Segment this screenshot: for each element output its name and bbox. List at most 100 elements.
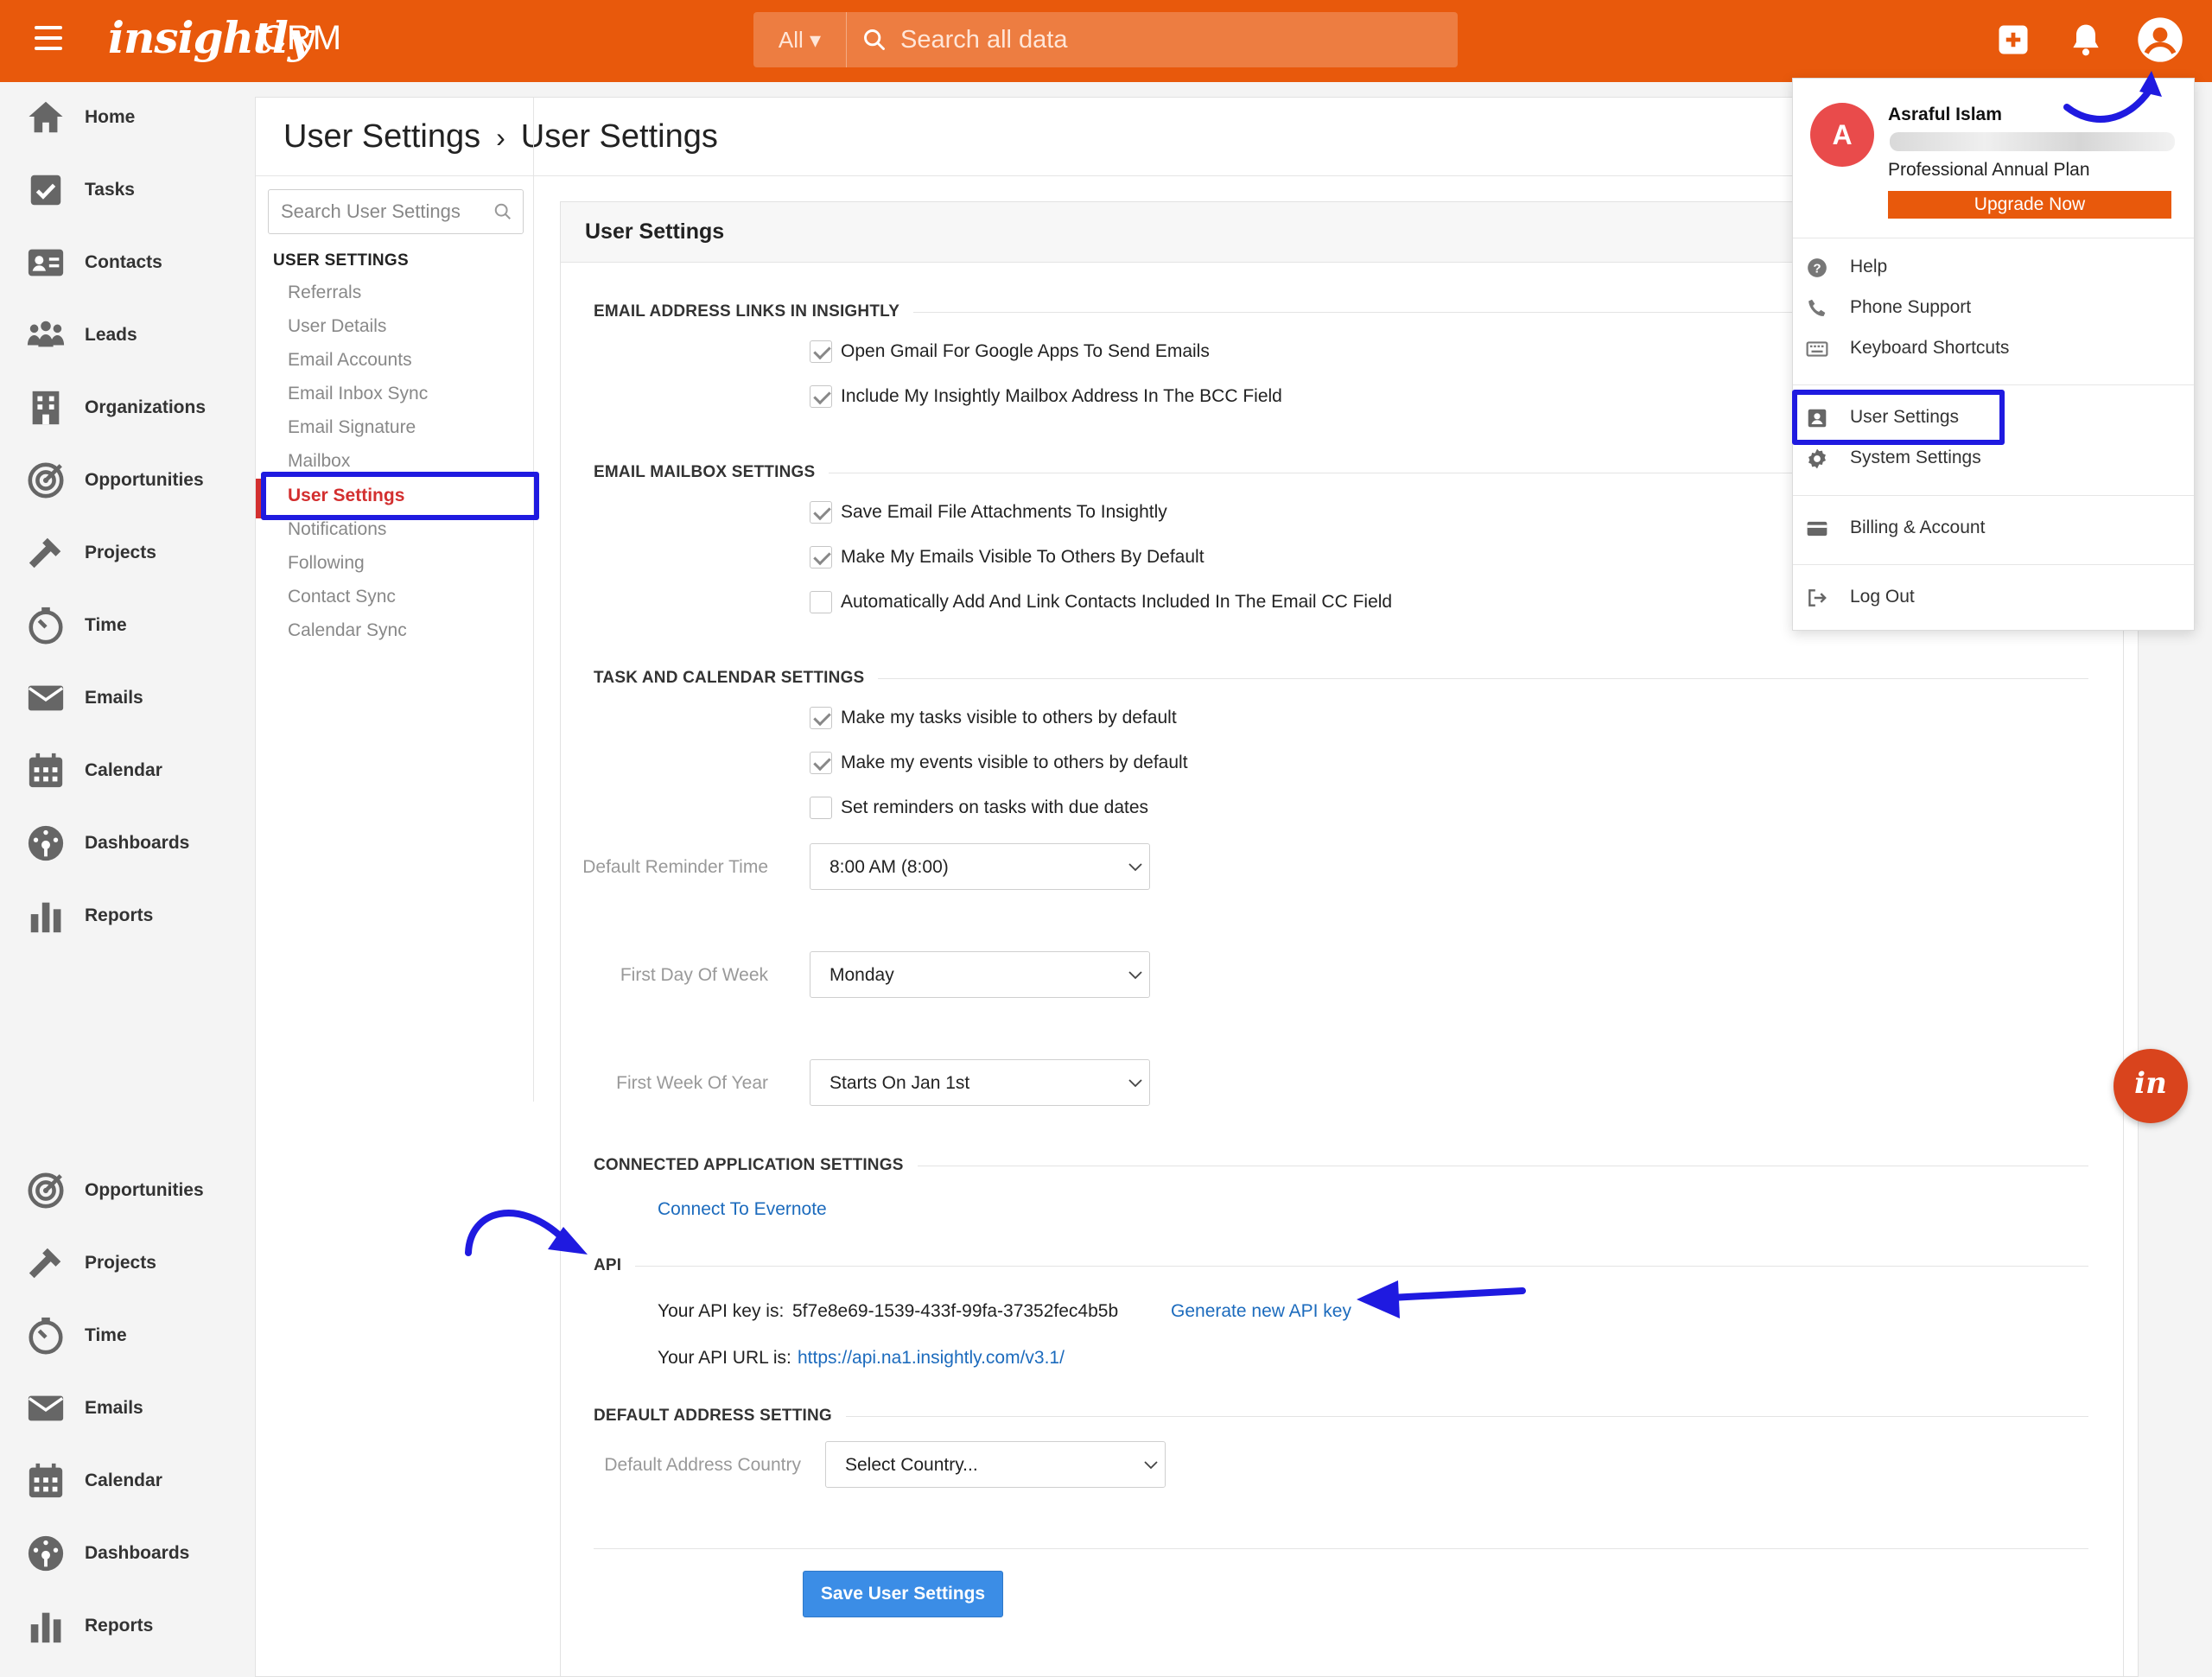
checkbox-label: Open Gmail For Google Apps To Send Email…	[841, 341, 1210, 361]
menu-divider	[1793, 384, 2194, 385]
menu-item-help[interactable]: ? Help	[1793, 248, 2194, 286]
save-user-settings-button[interactable]: Save User Settings	[803, 1571, 1003, 1617]
sidebar-item-opportunities[interactable]: Opportunities	[0, 1160, 252, 1221]
api-url-link[interactable]: https://api.na1.insightly.com/v3.1/	[798, 1348, 1065, 1369]
upgrade-now-button[interactable]: Upgrade Now	[1888, 191, 2171, 219]
sidebar-item-emails[interactable]: Emails	[0, 1378, 252, 1439]
sidebar-item-label: Time	[85, 615, 127, 635]
settings-search-input[interactable]	[269, 190, 485, 233]
sidebar-item-calendar[interactable]: Calendar	[0, 740, 252, 801]
sidebar-item-time[interactable]: Time	[0, 595, 252, 656]
checkbox[interactable]	[810, 591, 832, 613]
settings-sub-nav: USER SETTINGS Referrals User Details Ema…	[256, 98, 534, 1102]
sidebar-item-label: Tasks	[85, 180, 135, 200]
checkbox-open-gmail[interactable]: Open Gmail For Google Apps To Send Email…	[810, 340, 1210, 363]
chat-launcher-button[interactable]: in	[2113, 1049, 2188, 1123]
section-title: EMAIL MAILBOX SETTINGS	[594, 463, 816, 481]
logout-icon	[1808, 589, 1827, 607]
checkbox-save-attachments[interactable]: Save Email File Attachments To Insightly	[810, 501, 1167, 524]
checkbox-emails-visible[interactable]: Make My Emails Visible To Others By Defa…	[810, 546, 1205, 569]
add-new-icon[interactable]	[1994, 21, 2032, 59]
search-input[interactable]	[900, 12, 1436, 67]
chevron-down-icon	[1144, 1461, 1158, 1470]
menu-item-logout[interactable]: Log Out	[1793, 578, 2194, 616]
section-api: API	[594, 1256, 2088, 1275]
subnav-notifications[interactable]: Notifications	[288, 519, 386, 540]
checkbox[interactable]	[810, 546, 832, 569]
sidebar-item-calendar[interactable]: Calendar	[0, 1451, 252, 1511]
section-title: API	[594, 1256, 622, 1274]
hamburger-menu-icon[interactable]	[35, 26, 62, 52]
sidebar-item-label: Emails	[85, 1398, 143, 1418]
checkbox[interactable]	[810, 707, 832, 729]
annotation-arrow-generate-key	[1357, 1280, 1526, 1318]
address-country-select[interactable]: Select Country...	[825, 1441, 1166, 1488]
select-value: Monday	[830, 965, 894, 985]
sidebar-item-emails[interactable]: Emails	[0, 668, 252, 728]
subnav-mailbox[interactable]: Mailbox	[288, 451, 350, 472]
sidebar-item-label: Time	[85, 1325, 127, 1345]
annotation-arrow-api	[465, 1210, 588, 1256]
tasks-icon	[30, 175, 61, 206]
checkbox-events-visible[interactable]: Make my events visible to others by defa…	[810, 752, 1188, 774]
checkbox[interactable]	[810, 501, 832, 524]
checkbox-tasks-visible[interactable]: Make my tasks visible to others by defau…	[810, 707, 1177, 729]
checkbox[interactable]	[810, 797, 832, 819]
checkbox[interactable]	[810, 340, 832, 363]
sidebar-item-reports[interactable]: Reports	[0, 1596, 252, 1656]
menu-item-keyboard-shortcuts[interactable]: Keyboard Shortcuts	[1793, 329, 2194, 367]
subnav-following[interactable]: Following	[288, 553, 365, 574]
sidebar-item-leads[interactable]: Leads	[0, 305, 252, 365]
sidebar-item-projects[interactable]: Projects	[0, 523, 252, 583]
menu-item-billing[interactable]: Billing & Account	[1793, 509, 2194, 547]
menu-item-label: Log Out	[1850, 587, 1915, 607]
global-search: All ▾	[753, 12, 1458, 67]
section-task-calendar: TASK AND CALENDAR SETTINGS	[594, 669, 2088, 688]
sidebar-item-contacts[interactable]: Contacts	[0, 232, 252, 293]
sidebar-item-time[interactable]: Time	[0, 1305, 252, 1366]
menu-item-phone-support[interactable]: Phone Support	[1793, 289, 2194, 327]
checkbox-auto-link-cc[interactable]: Automatically Add And Link Contacts Incl…	[810, 591, 1392, 613]
sidebar-item-reports[interactable]: Reports	[0, 886, 252, 946]
first-day-select[interactable]: Monday	[810, 951, 1150, 998]
sidebar-item-dashboards[interactable]: Dashboards	[0, 813, 252, 873]
checkbox-reminders[interactable]: Set reminders on tasks with due dates	[810, 797, 1148, 819]
chevron-down-icon	[1128, 971, 1142, 980]
subnav-user-details[interactable]: User Details	[288, 316, 386, 337]
search-scope-dropdown[interactable]: All ▾	[753, 12, 847, 67]
user-menu-dropdown: A Asraful Islam Professional Annual Plan…	[1792, 78, 2195, 631]
subnav-referrals[interactable]: Referrals	[288, 283, 361, 303]
notifications-bell-icon[interactable]	[2067, 21, 2105, 59]
menu-divider	[1793, 495, 2194, 496]
checkbox-include-bcc[interactable]: Include My Insightly Mailbox Address In …	[810, 385, 1282, 408]
reports-icon	[30, 902, 61, 933]
dashboards-icon	[28, 1535, 64, 1572]
sidebar-item-opportunities[interactable]: Opportunities	[0, 450, 252, 511]
sidebar-item-dashboards[interactable]: Dashboards	[0, 1523, 252, 1584]
checkbox-label: Make my events visible to others by defa…	[841, 753, 1188, 772]
first-week-select[interactable]: Starts On Jan 1st	[810, 1059, 1150, 1106]
settings-search	[268, 189, 524, 234]
sidebar-item-home[interactable]: Home	[0, 87, 252, 148]
sidebar-item-label: Emails	[85, 688, 143, 708]
subnav-email-signature[interactable]: Email Signature	[288, 417, 416, 438]
sidebar-item-organizations[interactable]: Organizations	[0, 378, 252, 438]
sidebar-item-tasks[interactable]: Tasks	[0, 160, 252, 220]
connect-evernote-link[interactable]: Connect To Evernote	[658, 1199, 827, 1220]
emails-icon	[28, 1395, 64, 1421]
generate-api-key-link[interactable]: Generate new API key	[1171, 1301, 1351, 1322]
menu-item-label: Help	[1850, 257, 1888, 276]
highlight-box-menu-user-settings	[1792, 390, 2005, 445]
dashboards-icon	[28, 825, 64, 861]
subnav-email-inbox-sync[interactable]: Email Inbox Sync	[288, 384, 428, 404]
footer-divider	[594, 1548, 2088, 1549]
reminder-time-select[interactable]: 8:00 AM (8:00)	[810, 843, 1150, 890]
subnav-calendar-sync[interactable]: Calendar Sync	[288, 620, 407, 641]
user-name: Asraful Islam	[1888, 105, 2002, 124]
subnav-contact-sync[interactable]: Contact Sync	[288, 587, 396, 607]
field-label: Default Reminder Time	[582, 857, 768, 877]
checkbox[interactable]	[810, 385, 832, 408]
sidebar-item-projects[interactable]: Projects	[0, 1233, 252, 1293]
checkbox[interactable]	[810, 752, 832, 774]
subnav-email-accounts[interactable]: Email Accounts	[288, 350, 412, 371]
